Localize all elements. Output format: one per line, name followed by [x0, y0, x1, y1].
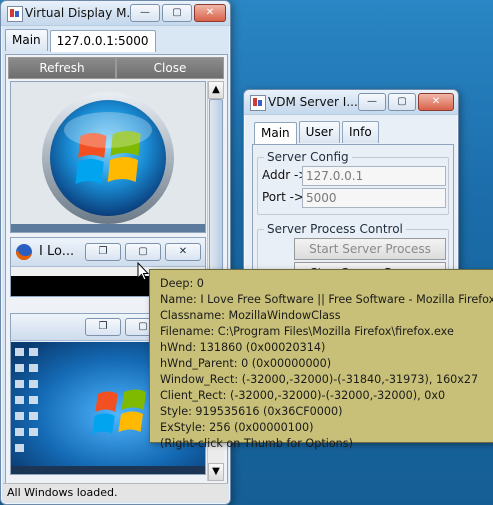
tooltip-line: Name: I Love Free Software || Free Softw…: [160, 293, 493, 306]
thumb2-maximize-button[interactable]: ▢: [125, 243, 161, 261]
addr-field[interactable]: 127.0.0.1: [302, 166, 446, 186]
server-minimize-button[interactable]: —: [358, 93, 386, 111]
close-icon: ✕: [205, 7, 215, 18]
refresh-button[interactable]: Refresh: [8, 57, 116, 79]
thumb2-restore-button[interactable]: ❐: [85, 243, 121, 261]
close-button[interactable]: ✕: [194, 4, 226, 22]
thumb2-title: I Lo...: [39, 244, 75, 259]
server-tab-user[interactable]: User: [298, 121, 341, 143]
server-maximize-button[interactable]: ▢: [388, 93, 416, 111]
close-icon: ✕: [178, 246, 188, 257]
server-window: VDM Server I... — ▢ ✕ Main User Info Ser…: [243, 89, 459, 301]
maximize-button[interactable]: ▢: [162, 4, 192, 22]
server-title: VDM Server I...: [268, 95, 358, 109]
port-label: Port ->: [262, 190, 304, 204]
server-tab-main[interactable]: Main: [254, 122, 297, 144]
thumbnail-window-1[interactable]: [10, 81, 206, 233]
scroll-thumb[interactable]: [209, 99, 223, 271]
restore-icon: ❐: [98, 321, 108, 332]
tooltip-line: Window_Rect: (-32000,-32000)-(-31840,-31…: [160, 373, 479, 386]
minimize-icon: —: [367, 96, 377, 107]
server-tab-info[interactable]: Info: [342, 121, 379, 143]
server-app-icon: [250, 95, 266, 111]
app-icon: [7, 6, 23, 22]
start-server-button[interactable]: Start Server Process: [294, 238, 446, 260]
server-process-title: Server Process Control: [264, 222, 406, 236]
close-icon: ✕: [431, 96, 441, 107]
maximize-icon: ▢: [172, 7, 182, 18]
server-config-title: Server Config: [264, 150, 352, 164]
restore-icon: ❐: [98, 246, 108, 257]
tooltip-line: hWnd: 131860 (0x00020314): [160, 341, 326, 354]
tooltip-line: Deep: 0: [160, 277, 204, 290]
scroll-down-button[interactable]: ▼: [208, 463, 224, 481]
tooltip-line: (Right-click on Thumb for Options): [160, 437, 353, 450]
vdm-titlebar[interactable]: Virtual Display M... — ▢ ✕: [1, 1, 230, 26]
minimize-button[interactable]: —: [130, 4, 160, 22]
tooltip-line: hWnd_Parent: 0 (0x00000000): [160, 357, 332, 370]
port-field[interactable]: 5000: [302, 188, 446, 208]
maximize-icon: ▢: [397, 96, 407, 107]
tooltip-line: Filename: C:\Program Files\Mozilla Firef…: [160, 325, 454, 338]
tooltip-line: ExStyle: 256 (0x00000100): [160, 421, 314, 434]
tab-127-0-0-1-5000[interactable]: 127.0.0.1:5000: [49, 30, 156, 52]
thumb2-close-button[interactable]: ✕: [165, 243, 201, 261]
firefox-icon: [16, 244, 32, 260]
tooltip-line: Client_Rect: (-32000,-32000)-(-32000,-32…: [160, 389, 446, 402]
status-bar: All Windows loaded.: [3, 483, 228, 502]
server-titlebar[interactable]: VDM Server I... — ▢ ✕: [244, 90, 458, 115]
server-tabs: Main User Info: [254, 121, 379, 144]
thumb3-restore-button[interactable]: ❐: [85, 318, 121, 336]
maximize-icon: ▢: [138, 246, 148, 257]
close-tab-button[interactable]: Close: [116, 57, 224, 79]
tooltip-line: Classname: MozillaWindowClass: [160, 309, 341, 322]
tooltip-line: Style: 919535616 (0x36CF0000): [160, 405, 343, 418]
scroll-up-button[interactable]: ▲: [208, 81, 224, 99]
tab-main[interactable]: Main: [5, 29, 48, 51]
minimize-icon: —: [140, 7, 150, 18]
windows-orb-thumbnail: [11, 82, 205, 232]
thumb2-titlebar: I Lo... ❐ ▢ ✕: [11, 238, 205, 267]
server-close-button[interactable]: ✕: [418, 93, 454, 111]
vdm-tabs: Main 127.0.0.1:5000: [5, 29, 156, 52]
window-info-tooltip: Deep: 0 Name: I Love Free Software || Fr…: [149, 269, 493, 450]
vdm-title: Virtual Display M...: [25, 6, 138, 20]
server-config-group: Server Config Addr -> 127.0.0.1 Port -> …: [257, 150, 449, 215]
